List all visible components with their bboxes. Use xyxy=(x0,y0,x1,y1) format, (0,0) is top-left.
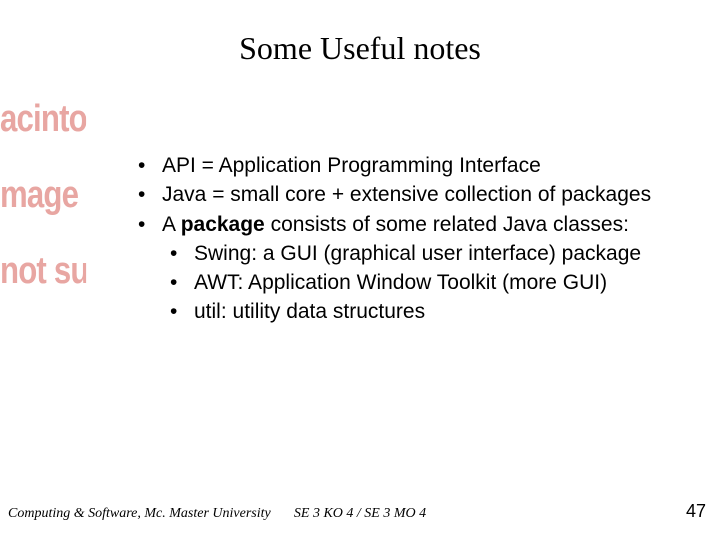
bullet-bold: package xyxy=(181,213,265,236)
background-watermark: acintosh P mage form not suppo xyxy=(0,100,86,328)
sub-bullet-item: Swing: a GUI (graphical user interface) … xyxy=(120,240,680,267)
bg-line-1: acintosh P xyxy=(0,100,86,138)
bullet-item: API = Application Programming Interface xyxy=(120,152,680,179)
footer-center: SE 3 KO 4 / SE 3 MO 4 xyxy=(0,506,720,522)
sub-bullet-item: AWT: Application Window Toolkit (more GU… xyxy=(120,269,680,296)
slide-title: Some Useful notes xyxy=(0,30,720,67)
page-number: 47 xyxy=(686,501,706,522)
sub-bullet-item: util: utility data structures xyxy=(120,298,680,325)
bullet-text-pre: A xyxy=(162,213,181,236)
bg-line-2: mage form xyxy=(0,176,86,214)
bullet-text-post: consists of some related Java classes: xyxy=(265,213,629,236)
slide-content: API = Application Programming Interface … xyxy=(120,152,680,328)
bg-line-3: not suppo xyxy=(0,252,86,290)
bullet-item: Java = small core + extensive collection… xyxy=(120,181,680,208)
slide-footer: Computing & Software, Mc. Master Univers… xyxy=(0,502,720,522)
bullet-item: A package consists of some related Java … xyxy=(120,211,680,238)
